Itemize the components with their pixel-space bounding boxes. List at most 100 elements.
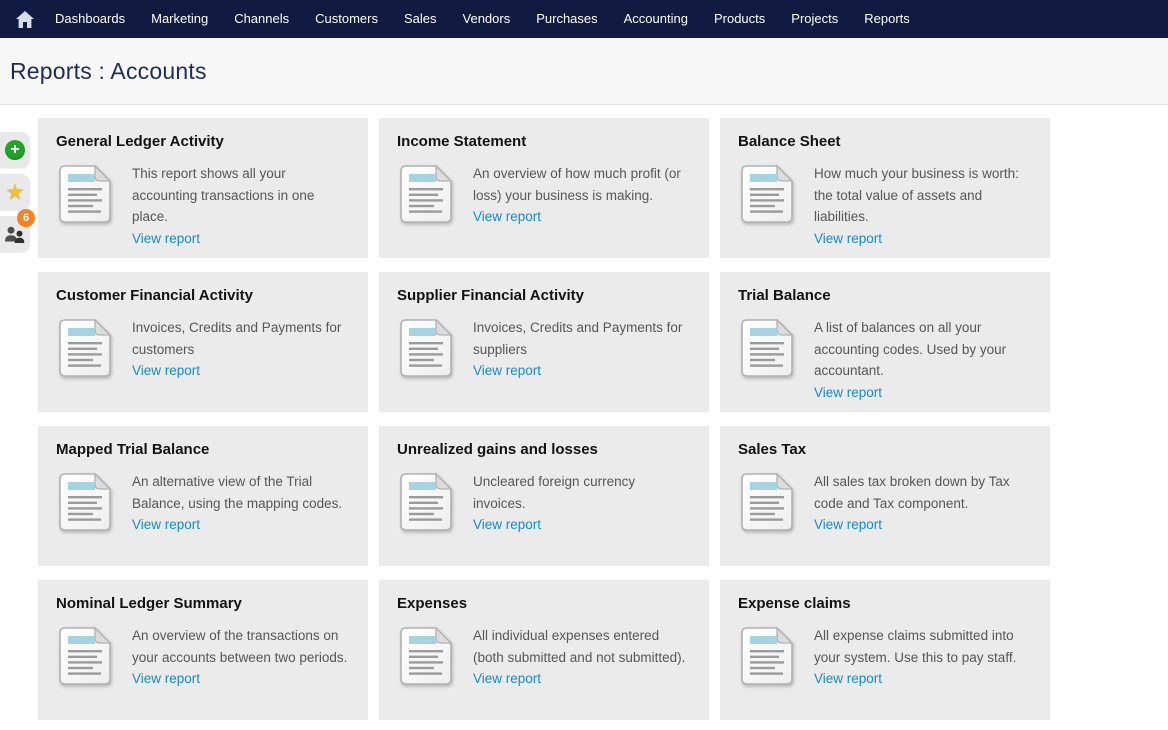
view-report-link[interactable]: View report — [132, 668, 200, 690]
report-text: An overview of the transactions on your … — [132, 625, 350, 690]
nav-item[interactable]: Customers — [302, 0, 391, 38]
view-report-link[interactable]: View report — [814, 668, 882, 690]
home-icon — [16, 11, 34, 28]
document-icon — [738, 625, 796, 687]
page-title: Reports : Accounts — [10, 58, 207, 85]
report-card: Customer Financial Activity — [38, 272, 368, 412]
nav-item[interactable]: Accounting — [611, 0, 701, 38]
report-body: An overview of how much profit (or loss)… — [397, 163, 691, 228]
report-text: Invoices, Credits and Payments for custo… — [132, 317, 350, 382]
report-body: Invoices, Credits and Payments for custo… — [56, 317, 350, 382]
home-button[interactable] — [8, 0, 42, 38]
report-title: Sales Tax — [738, 441, 1032, 458]
report-title: General Ledger Activity — [56, 133, 350, 150]
report-card: Mapped Trial Balance — [38, 426, 368, 566]
report-text: All individual expenses entered (both su… — [473, 625, 691, 690]
report-description: All sales tax broken down by Tax code an… — [814, 474, 1010, 511]
view-report-link[interactable]: View report — [473, 668, 541, 690]
nav-item[interactable]: Sales — [391, 0, 450, 38]
report-card: General Ledger Activity — [38, 118, 368, 258]
report-body: How much your business is worth: the tot… — [738, 163, 1032, 249]
document-icon — [56, 471, 114, 533]
report-description: A list of balances on all your accountin… — [814, 320, 1006, 378]
report-text: An overview of how much profit (or loss)… — [473, 163, 691, 228]
report-body: Invoices, Credits and Payments for suppl… — [397, 317, 691, 382]
report-title: Unrealized gains and losses — [397, 441, 691, 458]
report-description: Invoices, Credits and Payments for custo… — [132, 320, 341, 357]
page-header: Reports : Accounts — [0, 38, 1168, 105]
report-text: Invoices, Credits and Payments for suppl… — [473, 317, 691, 382]
document-icon — [738, 163, 796, 225]
view-report-link[interactable]: View report — [473, 514, 541, 536]
view-report-link[interactable]: View report — [814, 514, 882, 536]
report-body: All sales tax broken down by Tax code an… — [738, 471, 1032, 536]
nav-item[interactable]: Vendors — [450, 0, 524, 38]
document-icon — [397, 163, 455, 225]
add-report-tab[interactable]: + — [0, 132, 30, 168]
reports-grid: General Ledger Activity — [38, 118, 1168, 720]
users-icon — [4, 225, 26, 243]
report-title: Expenses — [397, 595, 691, 612]
document-icon — [56, 317, 114, 379]
report-body: Uncleared foreign currency invoices. Vie… — [397, 471, 691, 536]
report-description: All expense claims submitted into your s… — [814, 628, 1016, 665]
report-text: All sales tax broken down by Tax code an… — [814, 471, 1032, 536]
document-icon — [397, 471, 455, 533]
view-report-link[interactable]: View report — [132, 360, 200, 382]
side-tabs: + ★ 6 — [0, 132, 34, 252]
view-report-link[interactable]: View report — [132, 228, 200, 250]
report-description: Uncleared foreign currency invoices. — [473, 474, 635, 511]
report-title: Mapped Trial Balance — [56, 441, 350, 458]
report-body: This report shows all your accounting tr… — [56, 163, 350, 249]
nav-item[interactable]: Marketing — [138, 0, 221, 38]
report-card: Expense claims — [720, 580, 1050, 720]
report-title: Nominal Ledger Summary — [56, 595, 350, 612]
report-card: Trial Balance — [720, 272, 1050, 412]
document-icon — [397, 317, 455, 379]
document-icon — [738, 471, 796, 533]
document-icon — [56, 625, 114, 687]
nav-item[interactable]: Dashboards — [42, 0, 138, 38]
report-text: A list of balances on all your accountin… — [814, 317, 1032, 403]
report-text: This report shows all your accounting tr… — [132, 163, 350, 249]
users-badge: 6 — [17, 209, 35, 227]
favorites-tab[interactable]: ★ — [0, 174, 30, 210]
report-card: Supplier Financial Activity — [379, 272, 709, 412]
view-report-link[interactable]: View report — [814, 382, 882, 404]
view-report-link[interactable]: View report — [132, 514, 200, 536]
view-report-link[interactable]: View report — [814, 228, 882, 250]
report-text: All expense claims submitted into your s… — [814, 625, 1032, 690]
nav-item[interactable]: Purchases — [523, 0, 610, 38]
view-report-link[interactable]: View report — [473, 206, 541, 228]
report-description: An overview of the transactions on your … — [132, 628, 347, 665]
report-card: Nominal Ledger Summary — [38, 580, 368, 720]
report-description: Invoices, Credits and Payments for suppl… — [473, 320, 682, 357]
top-navbar: Dashboards Marketing Channels Customers … — [0, 0, 1168, 38]
report-title: Supplier Financial Activity — [397, 287, 691, 304]
report-card: Sales Tax — [720, 426, 1050, 566]
report-card: Balance Sheet — [720, 118, 1050, 258]
content-area: General Ledger Activity — [0, 105, 1168, 720]
report-title: Customer Financial Activity — [56, 287, 350, 304]
report-card: Unrealized gains and losses — [379, 426, 709, 566]
report-title: Income Statement — [397, 133, 691, 150]
star-icon: ★ — [5, 181, 25, 203]
report-description: An alternative view of the Trial Balance… — [132, 474, 342, 511]
report-description: This report shows all your accounting tr… — [132, 166, 314, 224]
nav-item[interactable]: Reports — [851, 0, 923, 38]
report-title: Expense claims — [738, 595, 1032, 612]
report-card: Income Statement — [379, 118, 709, 258]
report-body: A list of balances on all your accountin… — [738, 317, 1032, 403]
document-icon — [738, 317, 796, 379]
report-text: Uncleared foreign currency invoices. Vie… — [473, 471, 691, 536]
nav-item[interactable]: Channels — [221, 0, 302, 38]
report-body: An overview of the transactions on your … — [56, 625, 350, 690]
users-tab[interactable]: 6 — [0, 216, 30, 252]
nav-item[interactable]: Products — [701, 0, 778, 38]
nav-item[interactable]: Projects — [778, 0, 851, 38]
document-icon — [56, 163, 114, 225]
report-text: An alternative view of the Trial Balance… — [132, 471, 350, 536]
report-description: All individual expenses entered (both su… — [473, 628, 685, 665]
view-report-link[interactable]: View report — [473, 360, 541, 382]
add-icon: + — [5, 140, 25, 160]
